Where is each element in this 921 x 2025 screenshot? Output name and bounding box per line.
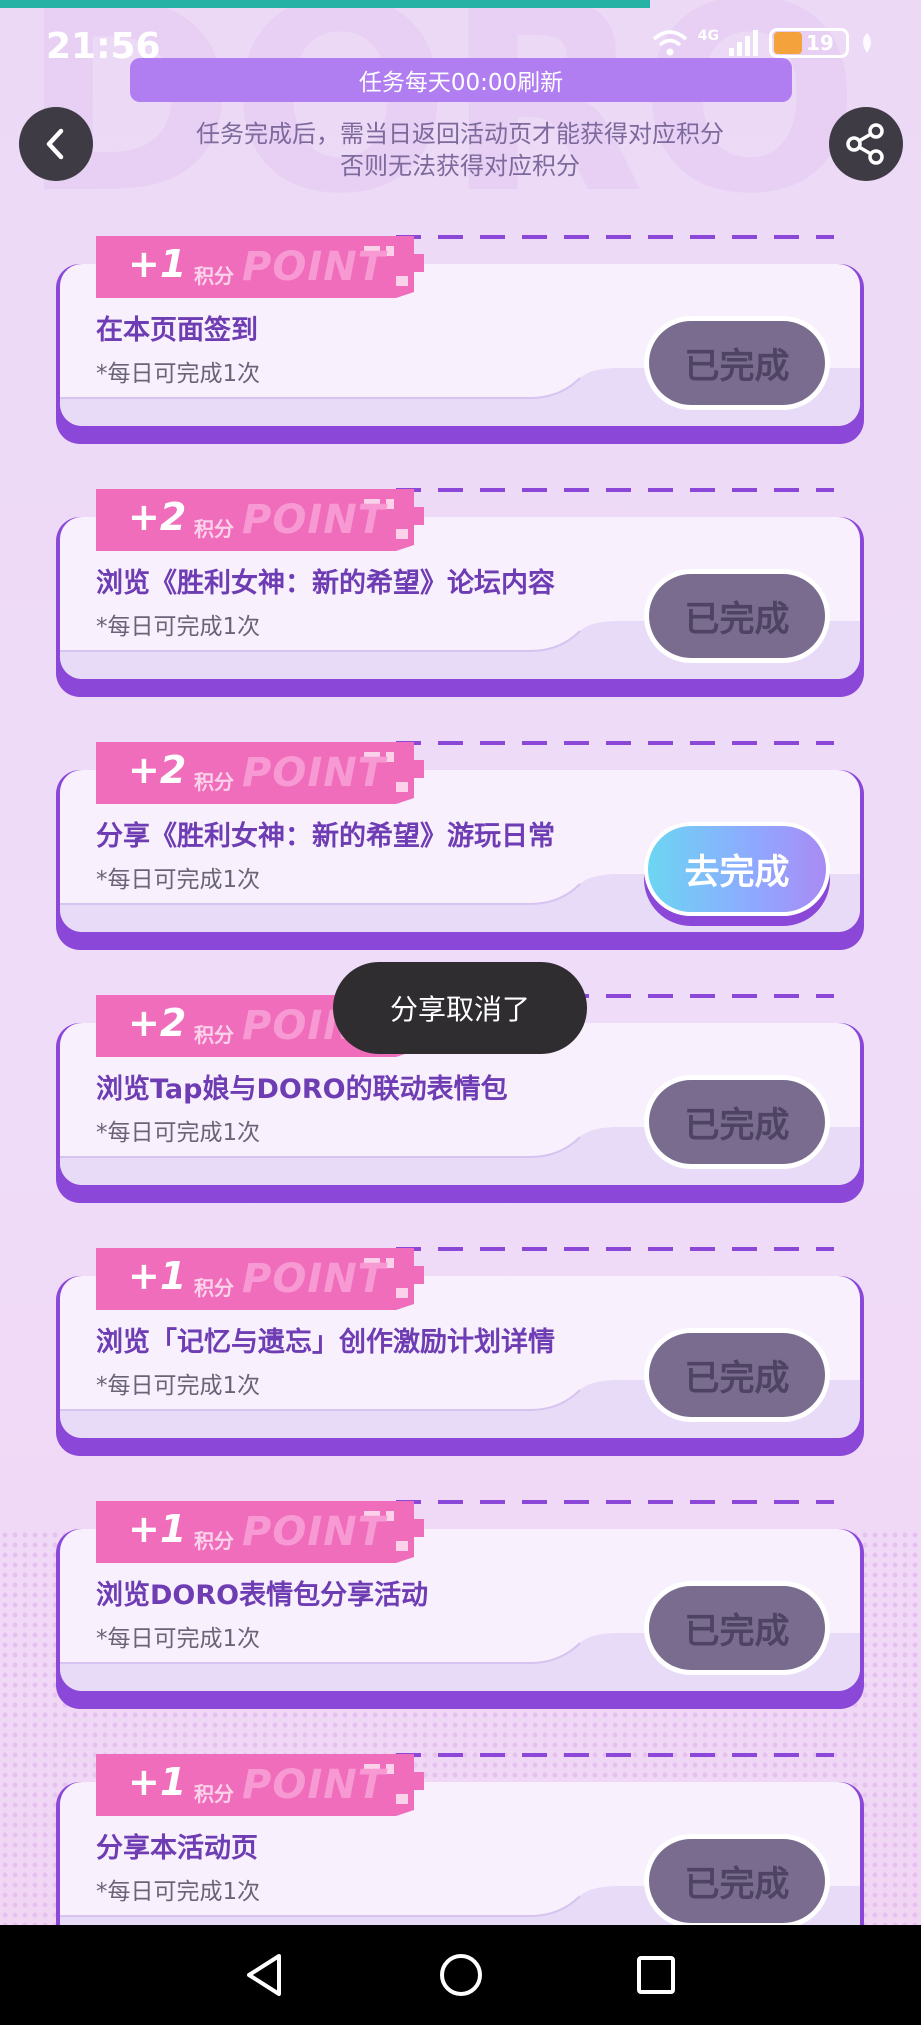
- task-card: +1 积分 POINT 浏览DORO表情包分享活动 *每日可完成1次 已完成: [56, 1500, 864, 1709]
- task-title: 分享《胜利女神：新的希望》游玩日常: [96, 821, 555, 852]
- navigation-bar: [0, 1925, 921, 2025]
- rules-line-2: 否则无法获得对应积分: [340, 152, 580, 180]
- task-title: 在本页面签到: [96, 315, 258, 346]
- signal-icon: [729, 30, 758, 56]
- nav-recents-icon[interactable]: [636, 1955, 676, 1995]
- task-frequency-note: *每日可完成1次: [96, 1120, 261, 1146]
- completed-button[interactable]: 已完成: [644, 1075, 830, 1169]
- loading-progress-bar: [0, 0, 650, 8]
- points-value: +1: [128, 1254, 187, 1298]
- points-unit: 积分: [194, 1782, 234, 1806]
- go-complete-button[interactable]: 去完成: [644, 822, 830, 916]
- points-tag: +1 积分 POINT: [96, 1248, 476, 1310]
- points-value: +1: [128, 242, 187, 286]
- points-unit: 积分: [194, 1023, 234, 1047]
- nav-back-icon[interactable]: [243, 1952, 285, 1998]
- battery-icon: 19: [769, 28, 849, 58]
- task-title: 浏览《胜利女神：新的希望》论坛内容: [96, 568, 555, 599]
- back-arrow-icon: [46, 128, 64, 160]
- task-frequency-note: *每日可完成1次: [96, 867, 261, 893]
- points-value: +2: [128, 748, 187, 792]
- points-unit: 积分: [194, 264, 234, 288]
- task-title: 浏览DORO表情包分享活动: [96, 1580, 429, 1611]
- task-title: 浏览Tap娘与DORO的联动表情包: [96, 1074, 508, 1105]
- task-frequency-note: *每日可完成1次: [96, 1626, 261, 1652]
- wifi-icon: [652, 30, 687, 56]
- points-tag: +1 积分 POINT: [96, 1754, 476, 1816]
- toast-message: 分享取消了: [333, 962, 587, 1054]
- points-tag: +1 积分 POINT: [96, 1501, 476, 1563]
- leaf-icon: [863, 33, 871, 53]
- points-unit: 积分: [194, 1529, 234, 1553]
- task-title: 分享本活动页: [96, 1833, 258, 1864]
- points-unit: 积分: [194, 517, 234, 541]
- point-word: POINT: [242, 1509, 386, 1555]
- point-word: POINT: [242, 497, 386, 543]
- points-value: +2: [128, 1001, 187, 1045]
- task-card: +1 积分 POINT 在本页面签到 *每日可完成1次 已完成: [56, 235, 864, 444]
- task-frequency-note: *每日可完成1次: [96, 361, 261, 387]
- task-card: +2 积分 POINT 浏览《胜利女神：新的希望》论坛内容 *每日可完成1次 已…: [56, 488, 864, 697]
- network-type: 4G: [697, 28, 719, 44]
- points-unit: 积分: [194, 770, 234, 794]
- task-rules-text: 任务完成后，需当日返回活动页才能获得对应积分 否则无法获得对应积分: [160, 118, 760, 182]
- task-frequency-note: *每日可完成1次: [96, 614, 261, 640]
- points-tag: +1 积分 POINT: [96, 236, 476, 298]
- task-card: +2 积分 POINT 分享《胜利女神：新的希望》游玩日常 *每日可完成1次 去…: [56, 741, 864, 950]
- point-word: POINT: [242, 1256, 386, 1302]
- back-button[interactable]: [19, 107, 93, 181]
- task-card: +1 积分 POINT 浏览「记忆与遗忘」创作激励计划详情 *每日可完成1次 已…: [56, 1247, 864, 1456]
- completed-button[interactable]: 已完成: [644, 316, 830, 410]
- points-tag: +2 积分 POINT: [96, 742, 476, 804]
- points-unit: 积分: [194, 1276, 234, 1300]
- task-title: 浏览「记忆与遗忘」创作激励计划详情: [96, 1327, 555, 1358]
- refresh-banner: 任务每天00:00刷新: [130, 58, 792, 102]
- completed-button[interactable]: 已完成: [644, 569, 830, 663]
- task-frequency-note: *每日可完成1次: [96, 1373, 261, 1399]
- point-word: POINT: [242, 1762, 386, 1808]
- rules-line-1: 任务完成后，需当日返回活动页才能获得对应积分: [196, 120, 724, 148]
- battery-level: 19: [806, 31, 834, 55]
- nav-home-icon[interactable]: [438, 1952, 484, 1998]
- points-value: +1: [128, 1760, 187, 1804]
- completed-button[interactable]: 已完成: [644, 1328, 830, 1422]
- completed-button[interactable]: 已完成: [644, 1581, 830, 1675]
- status-icons: 4G 19: [652, 28, 875, 58]
- point-word: POINT: [242, 750, 386, 796]
- points-value: +2: [128, 495, 187, 539]
- completed-button[interactable]: 已完成: [644, 1834, 830, 1928]
- points-tag: +2 积分 POINT: [96, 489, 476, 551]
- share-icon: [846, 123, 884, 165]
- points-value: +1: [128, 1507, 187, 1551]
- point-word: POINT: [242, 244, 386, 290]
- share-button[interactable]: [829, 107, 903, 181]
- task-frequency-note: *每日可完成1次: [96, 1879, 261, 1905]
